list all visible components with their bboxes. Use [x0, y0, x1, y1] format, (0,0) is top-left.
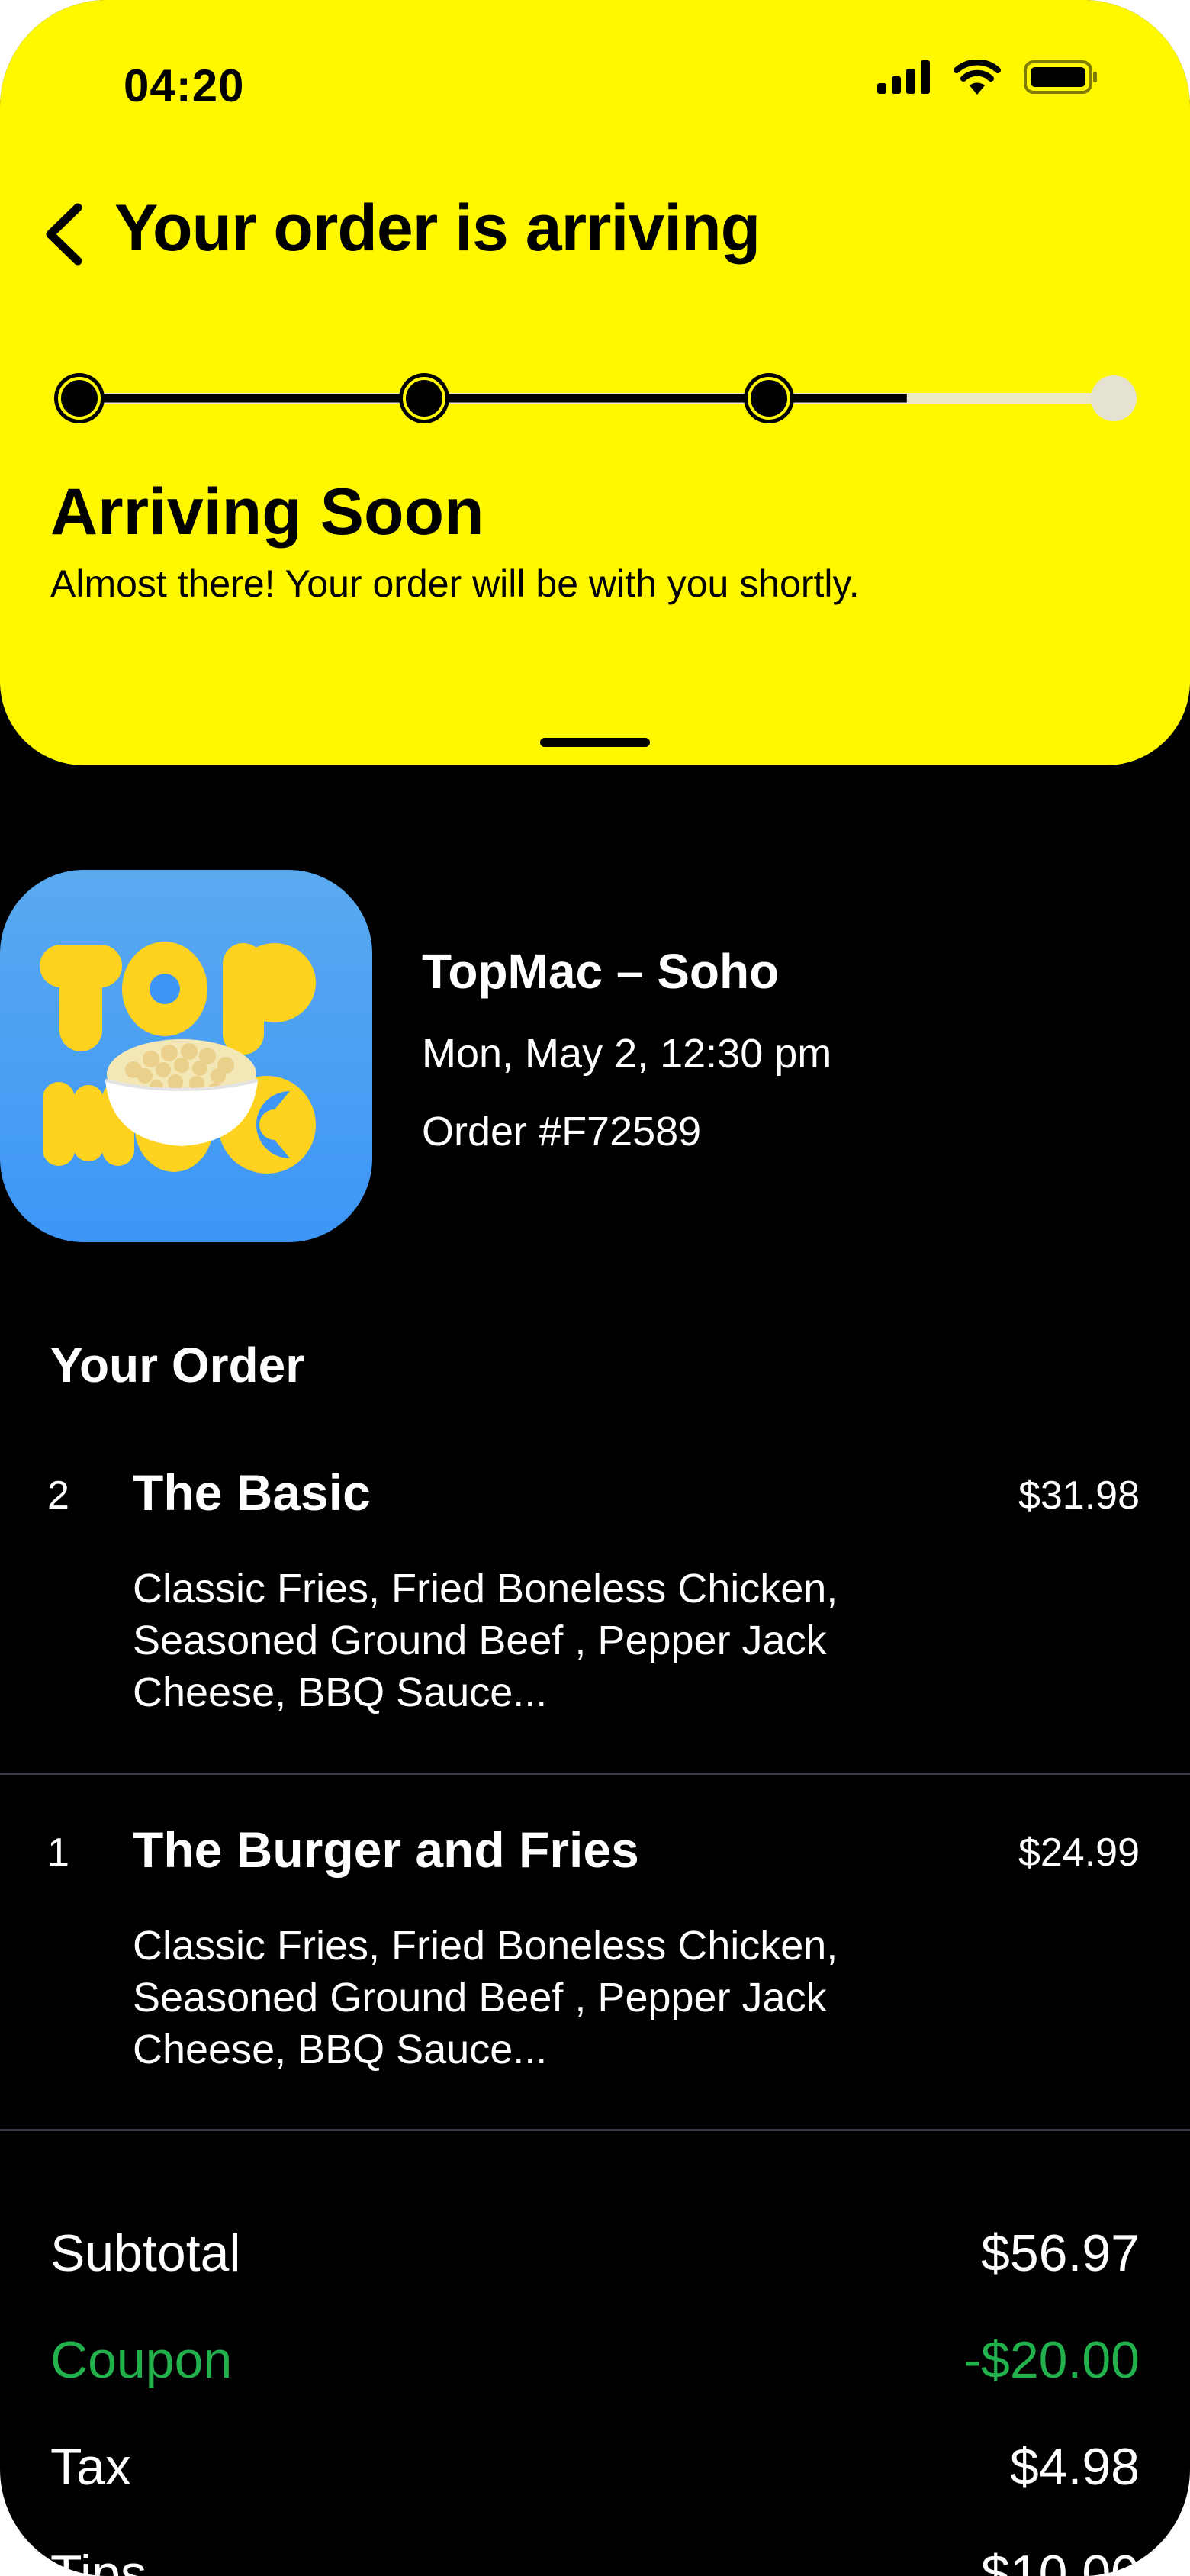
item-name: The Basic — [133, 1464, 371, 1521]
page-title: Your order is arriving — [114, 192, 761, 265]
item-description: Classic Fries, Fried Boneless Chicken, S… — [133, 1923, 838, 2072]
order-date: Mon, May 2, 12:30 pm — [422, 1031, 832, 1077]
signal-icon — [877, 60, 930, 94]
item-quantity: 2 — [47, 1473, 69, 1518]
item-price: $24.99 — [1018, 1831, 1140, 1875]
item-price: $31.98 — [1018, 1473, 1140, 1518]
status-time: 04:20 — [124, 60, 245, 111]
progress-step-complete — [744, 373, 794, 423]
status-icons — [877, 60, 1098, 95]
tips-label: Tips — [50, 2545, 146, 2576]
divider — [0, 1773, 1190, 1775]
order-progress-tracker — [54, 373, 1137, 423]
item-name: The Burger and Fries — [133, 1821, 639, 1878]
wifi-icon — [954, 60, 1001, 95]
sheet-grabber[interactable] — [540, 738, 650, 747]
tax-label: Tax — [50, 2438, 131, 2496]
order-number: Order #F72589 — [422, 1109, 702, 1154]
store-name: TopMac – Soho — [422, 944, 780, 999]
status-message: Almost there! Your order will be with yo… — [50, 562, 860, 605]
progress-step-complete — [54, 373, 105, 423]
phone-screen: 04:20 Your order is arriving Arriving So… — [0, 0, 1190, 2576]
progress-step-pending — [1091, 375, 1137, 421]
topmac-logo-art — [40, 942, 316, 1174]
battery-icon — [1024, 60, 1097, 94]
coupon-label: Coupon — [50, 2331, 233, 2389]
subtotal-label: Subtotal — [50, 2224, 241, 2282]
status-heading: Arriving Soon — [50, 475, 484, 549]
subtotal-value: $56.97 — [981, 2224, 1140, 2282]
item-description: Classic Fries, Fried Boneless Chicken, S… — [133, 1566, 838, 1715]
your-order-heading: Your Order — [50, 1338, 305, 1393]
order-status-header: 04:20 Your order is arriving Arriving So… — [0, 0, 1190, 765]
progress-step-complete — [399, 373, 449, 423]
coupon-value: -$20.00 — [963, 2331, 1140, 2389]
back-chevron-icon[interactable] — [38, 200, 92, 269]
tips-value: $10.00 — [981, 2545, 1140, 2576]
store-logo — [0, 870, 372, 1242]
tax-value: $4.98 — [1009, 2438, 1140, 2496]
divider — [0, 2129, 1190, 2131]
item-quantity: 1 — [47, 1831, 69, 1875]
